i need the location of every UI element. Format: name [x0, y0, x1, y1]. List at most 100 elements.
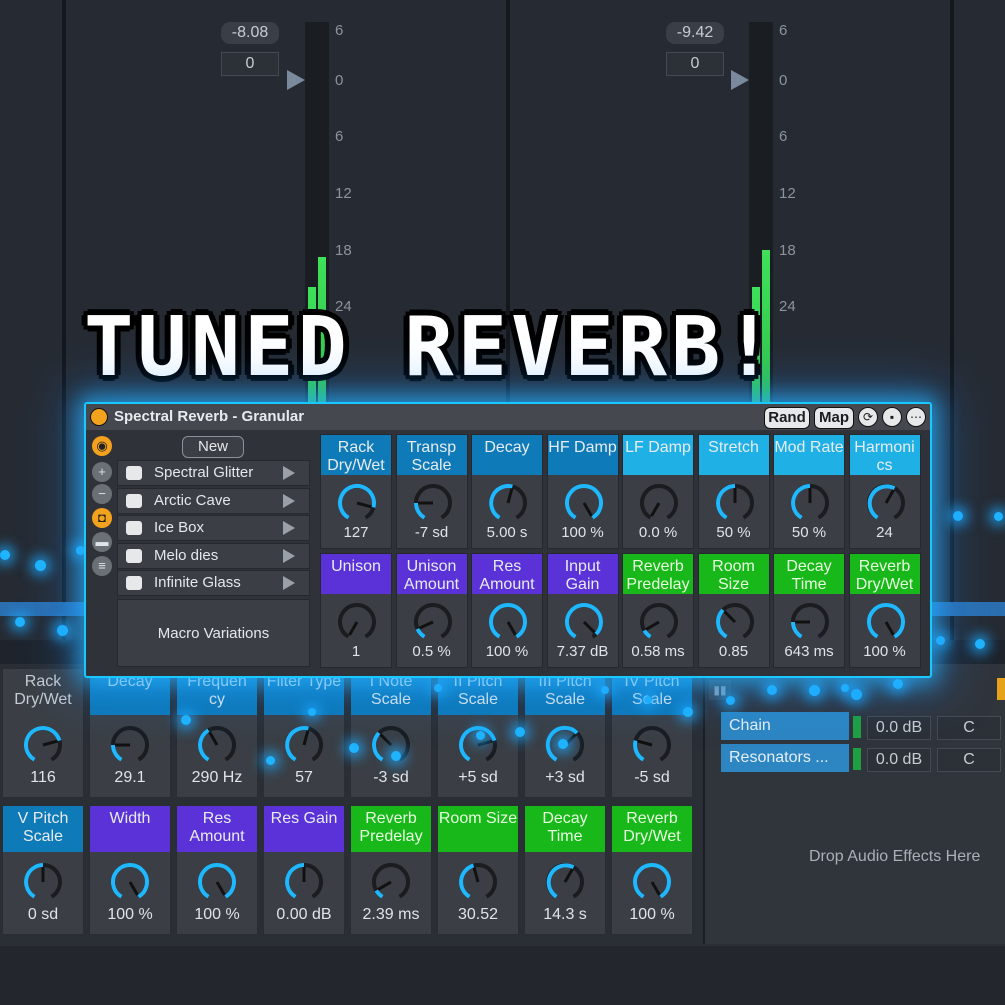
rack-macro-12[interactable]: Res Gain 0.00 dB [263, 805, 345, 935]
preset-variation-2[interactable]: Arctic Cave [117, 487, 310, 514]
macro-knob[interactable] [488, 483, 528, 528]
macro-knob[interactable] [632, 862, 672, 907]
save-icon[interactable]: ▪ [882, 407, 902, 427]
rack-macro-7[interactable]: III Pitch Scale +3 sd [524, 668, 606, 798]
chain-select-icon[interactable] [997, 678, 1005, 700]
preset-variation-4[interactable]: Melo dies [117, 542, 310, 569]
remove-icon[interactable]: − [92, 484, 112, 504]
chain-1-gain[interactable]: 0.0 dB [867, 716, 931, 740]
camera-icon[interactable] [126, 548, 142, 563]
macro-knob[interactable] [715, 602, 755, 647]
rand-button[interactable]: Rand [764, 407, 810, 429]
macro-knob[interactable] [110, 725, 150, 770]
left-volume-field[interactable]: 0 [221, 52, 279, 76]
macro-knob[interactable] [866, 602, 906, 647]
device-macro-5[interactable]: LF Damp 0.0 % [622, 434, 694, 549]
macro-knob[interactable] [545, 862, 585, 907]
macro-knob[interactable] [639, 602, 679, 647]
rack-macro-8[interactable]: IV Pitch Scale -5 sd [611, 668, 693, 798]
play-icon[interactable] [283, 493, 295, 508]
more-icon[interactable]: ⋯ [906, 407, 926, 427]
rack-macro-11[interactable]: Res Amount 100 % [176, 805, 258, 935]
macro-knob[interactable] [458, 862, 498, 907]
play-icon[interactable] [283, 521, 295, 535]
snapshot-icon[interactable]: ◘ [92, 508, 112, 528]
device-macro-7[interactable]: Mod Rate 50 % [773, 434, 845, 549]
macro-knob[interactable] [632, 725, 672, 770]
rack-macro-3[interactable]: Frequen cy 290 Hz [176, 668, 258, 798]
play-icon[interactable] [283, 548, 295, 563]
left-volume-slider-handle[interactable] [287, 70, 305, 90]
device-macro-16[interactable]: Reverb Dry/Wet 100 % [848, 553, 921, 668]
macro-knob[interactable] [23, 862, 63, 907]
device-macro-6[interactable]: Stretch 50 % [697, 434, 770, 549]
collapse-icon[interactable]: ▬ [92, 532, 112, 552]
macro-knob[interactable] [790, 483, 830, 528]
chain-row-1[interactable]: Chain [721, 712, 849, 740]
rack-macro-16[interactable]: Reverb Dry/Wet 100 % [611, 805, 693, 935]
macro-knob[interactable] [337, 483, 377, 528]
macro-knob[interactable] [413, 483, 453, 528]
device-macro-15[interactable]: Decay Time 643 ms [773, 553, 845, 668]
play-icon[interactable] [283, 466, 295, 480]
device-macro-12[interactable]: Input Gain 7.37 dB [546, 553, 619, 668]
macro-knob[interactable] [866, 483, 906, 528]
device-macro-9[interactable]: Unison 1 [320, 553, 392, 668]
device-macro-13[interactable]: Reverb Predelay 0.58 ms [622, 553, 694, 668]
rack-macro-1[interactable]: Rack Dry/Wet 116 [2, 668, 84, 798]
add-icon[interactable]: + [92, 462, 112, 482]
device-macro-2[interactable]: Transp Scale -7 sd [395, 434, 468, 549]
new-variation-button[interactable]: New [182, 436, 244, 458]
preset-variation-1[interactable]: Spectral Glitter [117, 460, 310, 486]
preset-variation-5[interactable]: Infinite Glass [117, 570, 310, 596]
device-macro-10[interactable]: Unison Amount 0.5 % [395, 553, 468, 668]
macro-knob[interactable] [545, 725, 585, 770]
chain-toggle-icon[interactable]: ▮▮ [709, 680, 731, 700]
macro-knob[interactable] [337, 602, 377, 647]
camera-icon[interactable] [126, 466, 142, 480]
right-volume-field[interactable]: 0 [666, 52, 724, 76]
device-macro-4[interactable]: HF Damp 100 % [546, 434, 619, 549]
device-macro-1[interactable]: Rack Dry/Wet 127 [320, 434, 392, 549]
preset-variation-3[interactable]: Ice Box [117, 515, 310, 541]
refresh-icon[interactable]: ⟳ [858, 407, 878, 427]
rack-macro-5[interactable]: I Note Scale -3 sd [350, 668, 432, 798]
macro-knob[interactable] [197, 725, 237, 770]
rack-macro-14[interactable]: Room Size 30.52 [437, 805, 519, 935]
macro-knob[interactable] [284, 725, 324, 770]
macro-knob[interactable] [564, 483, 604, 528]
device-macro-11[interactable]: Res Amount 100 % [471, 553, 543, 668]
rack-macro-15[interactable]: Decay Time 14.3 s [524, 805, 606, 935]
macro-knob[interactable] [197, 862, 237, 907]
right-volume-slider-handle[interactable] [731, 70, 749, 90]
macro-knob[interactable] [413, 602, 453, 647]
rack-toggle-icon[interactable]: ◉ [92, 436, 112, 456]
list-icon[interactable]: ≡ [92, 556, 112, 576]
device-macro-14[interactable]: Room Size 0.85 [697, 553, 770, 668]
rack-macro-2[interactable]: Decay 29.1 [89, 668, 171, 798]
rack-macro-6[interactable]: II Pitch Scale +5 sd [437, 668, 519, 798]
camera-icon[interactable] [126, 576, 142, 590]
map-button[interactable]: Map [814, 407, 854, 429]
macro-knob[interactable] [110, 862, 150, 907]
rack-macro-13[interactable]: Reverb Predelay 2.39 ms [350, 805, 432, 935]
camera-icon[interactable] [126, 521, 142, 535]
play-icon[interactable] [283, 576, 295, 590]
rack-macro-4[interactable]: Filter Type 57 [263, 668, 345, 798]
chain-1-pan[interactable]: C [937, 716, 1001, 740]
macro-knob[interactable] [790, 602, 830, 647]
camera-icon[interactable] [126, 493, 142, 508]
chain-2-pan[interactable]: C [937, 748, 1001, 772]
macro-knob[interactable] [715, 483, 755, 528]
macro-knob[interactable] [488, 602, 528, 647]
macro-knob[interactable] [564, 602, 604, 647]
device-macro-8[interactable]: Harmoni cs 24 [848, 434, 921, 549]
macro-knob[interactable] [23, 725, 63, 770]
macro-knob[interactable] [284, 862, 324, 907]
rack-macro-10[interactable]: Width 100 % [89, 805, 171, 935]
chain-2-gain[interactable]: 0.0 dB [867, 748, 931, 772]
macro-knob[interactable] [371, 725, 411, 770]
device-power-icon[interactable] [90, 408, 108, 426]
macro-knob[interactable] [371, 862, 411, 907]
chain-row-2[interactable]: Resonators ... [721, 744, 849, 772]
